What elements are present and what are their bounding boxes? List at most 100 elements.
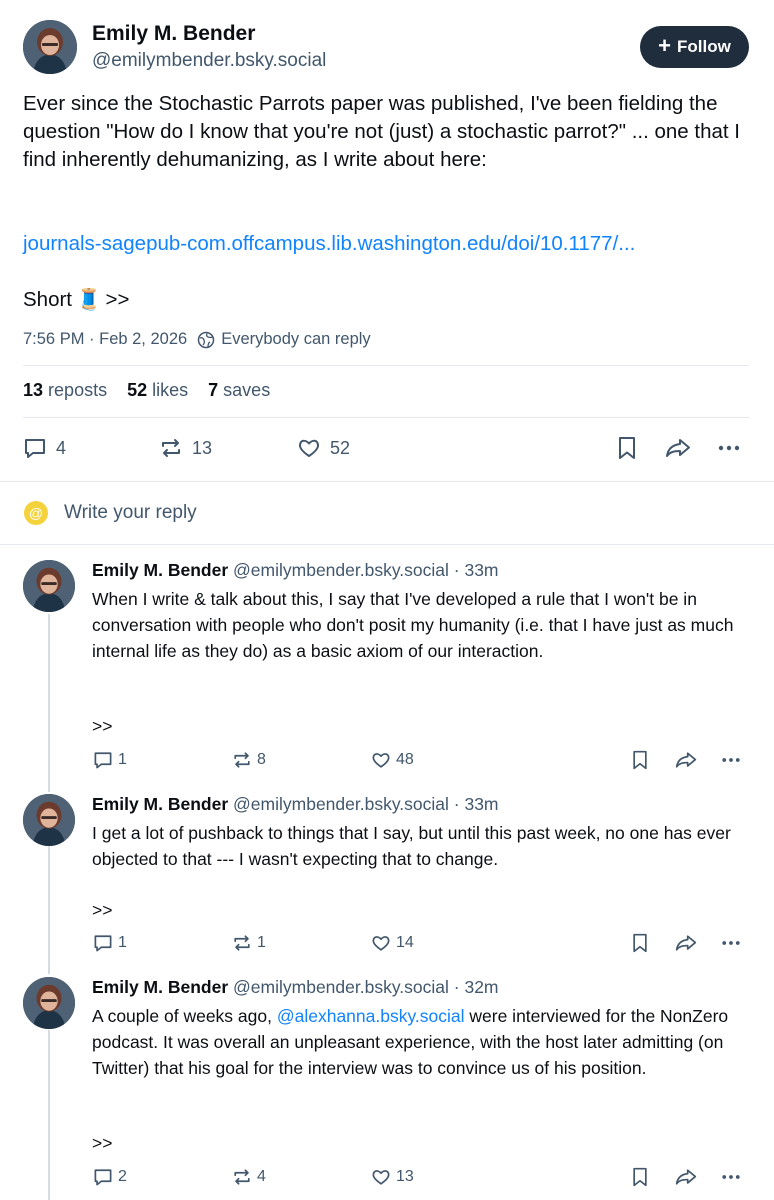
author-handle[interactable]: @emilymbender.bsky.social (92, 50, 326, 72)
post-text: Ever since the Stochastic Parrots paper … (23, 92, 740, 171)
comment-icon (94, 935, 112, 952)
short-suffix: >> (105, 288, 130, 311)
like-button[interactable]: 52 (296, 435, 350, 461)
post-timestamp[interactable]: 7:56 PM · Feb 2, 2026 (23, 330, 187, 349)
post-link[interactable]: journals-sagepub-com.offcampus.lib.washi… (23, 232, 635, 256)
comment-icon (25, 439, 45, 458)
bookmark-icon (633, 750, 647, 770)
reply-time[interactable]: · 33m (454, 560, 499, 580)
more-icon (718, 445, 740, 451)
short-label: Short (23, 288, 72, 311)
reply-author-name[interactable]: Emily M. Bender (92, 794, 228, 814)
bookmark-icon (619, 437, 635, 459)
bookmark-button[interactable] (630, 932, 650, 954)
reply-author-handle[interactable]: @emilymbender.bsky.social (233, 977, 449, 997)
post-short-line: Short 🧵 >> (23, 288, 129, 312)
repost-button[interactable]: 13 (158, 435, 212, 461)
plus-icon: + (658, 33, 672, 58)
likes-stat[interactable]: 52 likes (127, 380, 188, 401)
reply-button[interactable]: 1 (92, 932, 127, 954)
reply-header: Emily M. Bender @emilymbender.bsky.socia… (92, 560, 499, 581)
reply-time[interactable]: · 32m (454, 977, 499, 997)
reply-header: Emily M. Bender @emilymbender.bsky.socia… (92, 977, 499, 998)
share-icon (675, 752, 697, 768)
reply-setting-label: Everybody can reply (221, 330, 371, 348)
at-icon: @ (24, 501, 48, 525)
more-options-button[interactable] (719, 749, 743, 771)
reply-text: A couple of weeks ago, @alexhanna.bsky.s… (92, 1003, 752, 1081)
bookmark-icon (633, 933, 647, 953)
reply-author-handle[interactable]: @emilymbender.bsky.social (233, 794, 449, 814)
reply-author-handle[interactable]: @emilymbender.bsky.social (233, 560, 449, 580)
avatar-image (23, 977, 75, 1029)
reply-author-name[interactable]: Emily M. Bender (92, 977, 228, 997)
share-button[interactable] (674, 749, 698, 771)
author-name[interactable]: Emily M. Bender (92, 22, 255, 46)
share-button[interactable] (674, 1166, 698, 1188)
reply-avatar[interactable] (23, 794, 75, 846)
reply-button[interactable]: 4 (22, 435, 66, 461)
repost-button[interactable]: 4 (231, 1166, 266, 1188)
reply-continuation: >> (92, 716, 113, 736)
reply-continuation: >> (92, 900, 113, 920)
reply-avatar[interactable] (23, 560, 75, 612)
reply-time[interactable]: · 33m (454, 794, 499, 814)
saves-stat[interactable]: 7 saves (208, 380, 270, 401)
reply-count: 2 (118, 1168, 127, 1185)
divider (23, 365, 749, 366)
more-icon (722, 1175, 740, 1179)
reply-count: 4 (56, 437, 67, 458)
comment-icon (94, 1169, 112, 1186)
reply-header: Emily M. Bender @emilymbender.bsky.socia… (92, 794, 499, 815)
share-button[interactable] (664, 435, 692, 461)
share-button[interactable] (674, 932, 698, 954)
bookmark-button[interactable] (630, 749, 650, 771)
like-button[interactable]: 13 (370, 1166, 414, 1188)
more-options-button[interactable] (719, 932, 743, 954)
repost-count: 4 (257, 1168, 266, 1185)
repost-icon (234, 1169, 250, 1185)
reply-count: 1 (118, 934, 127, 951)
reply-button[interactable]: 1 (92, 749, 127, 771)
more-options-button[interactable] (716, 435, 742, 461)
more-icon (722, 758, 740, 762)
heart-icon (372, 936, 390, 951)
repost-button[interactable]: 1 (231, 932, 266, 954)
avatar-image (23, 20, 77, 74)
compose-reply[interactable]: @ Write your reply (0, 482, 774, 544)
post-meta: 7:56 PM · Feb 2, 2026 Everybody can repl… (23, 330, 371, 349)
bookmark-button[interactable] (615, 435, 639, 461)
compose-placeholder: Write your reply (64, 502, 197, 523)
bookmark-button[interactable] (630, 1166, 650, 1188)
share-icon (675, 1169, 697, 1185)
reply-button[interactable]: 2 (92, 1166, 127, 1188)
heart-icon (298, 439, 320, 457)
more-options-button[interactable] (719, 1166, 743, 1188)
reply-text: When I write & talk about this, I say th… (92, 589, 734, 661)
post-stats: 13 reposts 52 likes 7 saves (23, 380, 270, 401)
repost-button[interactable]: 8 (231, 749, 266, 771)
follow-button[interactable]: + Follow (640, 26, 749, 68)
thread-line (48, 1030, 50, 1200)
repost-count: 13 (192, 437, 213, 458)
more-icon (722, 941, 740, 945)
reply-avatar[interactable] (23, 977, 75, 1029)
author-avatar[interactable] (23, 20, 77, 74)
avatar-image (23, 794, 75, 846)
like-button[interactable]: 14 (370, 932, 414, 954)
like-count: 52 (330, 437, 351, 458)
mention-link[interactable]: @alexhanna.bsky.social (277, 1006, 465, 1026)
thread-emoji: 🧵 (76, 288, 102, 311)
reply-author-name[interactable]: Emily M. Bender (92, 560, 228, 580)
heart-icon (372, 1170, 390, 1185)
share-icon (675, 935, 697, 951)
share-icon (666, 439, 690, 457)
reply-count: 1 (118, 751, 127, 768)
reply-setting[interactable]: Everybody can reply (197, 330, 371, 349)
like-button[interactable]: 48 (370, 749, 414, 771)
follow-label: Follow (677, 37, 731, 56)
repost-count: 8 (257, 751, 266, 768)
reposts-stat[interactable]: 13 reposts (23, 380, 107, 401)
divider (0, 544, 774, 545)
repost-icon (234, 935, 250, 951)
